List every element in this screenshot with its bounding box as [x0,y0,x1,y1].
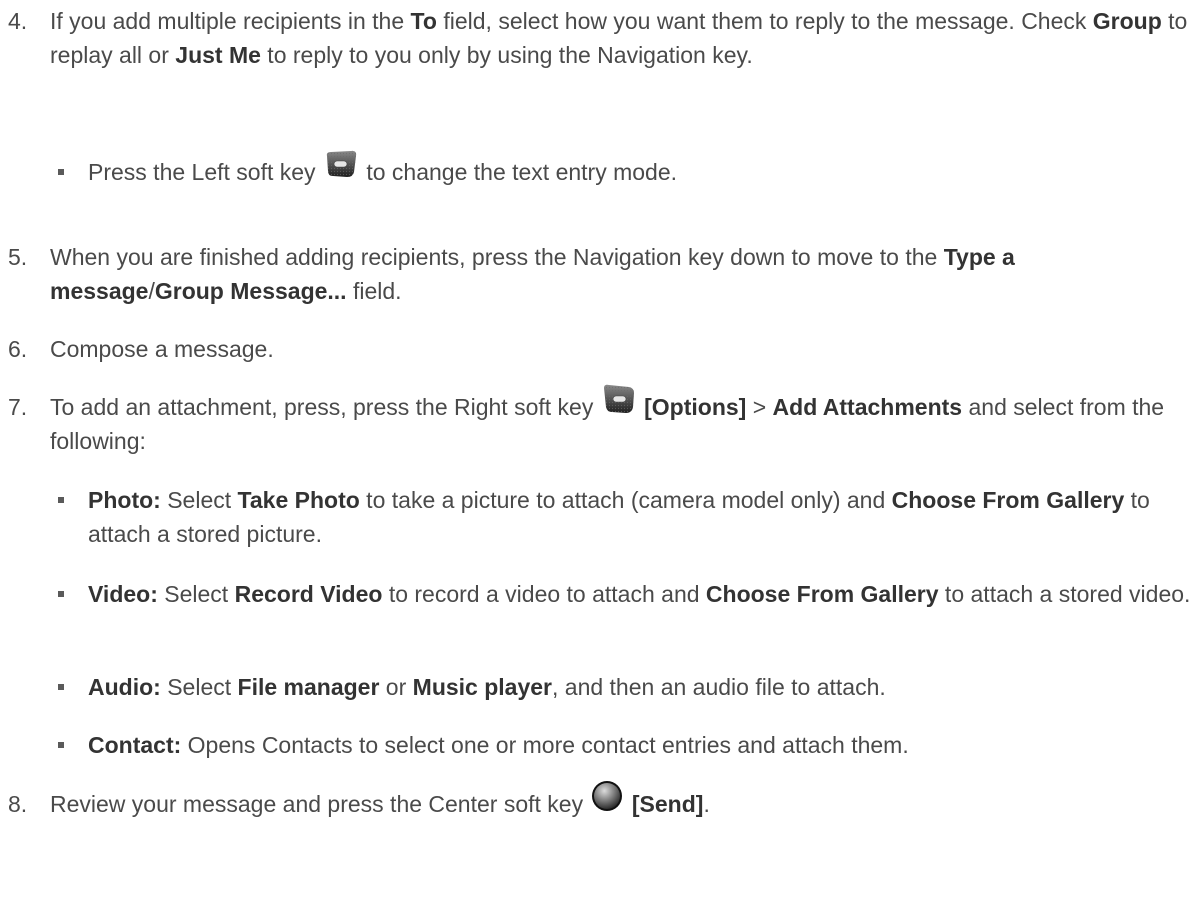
bullet-marker [58,169,64,175]
bold-term: Add Attachments [772,394,963,420]
bold-term: Music player [412,674,552,700]
bullet-text: Audio: Select File manager or Music play… [88,674,886,700]
bullet-text: Photo: Select Take Photo to take a pictu… [88,487,1150,547]
step-text: To add an attachment, press, press the R… [50,385,1188,458]
bullet-item: Video: Select Record Video to record a v… [58,577,1193,611]
bullet-item: Audio: Select File manager or Music play… [58,670,1193,704]
bold-term: Photo: [88,487,161,513]
step-number: 4. [8,8,28,34]
bold-term: Contact: [88,732,182,758]
step-number: 7. [8,394,28,420]
left-soft-key-icon [324,149,358,188]
bullet-marker [58,742,64,748]
bold-term: Choose From Gallery [705,581,939,607]
bold-term: Take Photo [237,487,360,513]
step-text: If you add multiple recipients in the To… [50,8,1188,68]
center-soft-key-icon [591,780,623,821]
bullet-marker [58,684,64,690]
bullet-marker [58,497,64,503]
bullet-item: Press the Left soft key to change the te… [58,151,1193,189]
step-number: 5. [8,244,28,270]
right-soft-key-icon [602,383,636,424]
bold-term: Group [1092,8,1162,34]
bullet-marker [58,591,64,597]
step-text: Review your message and press the Center… [50,781,1188,821]
bold-term: Just Me [175,42,261,68]
step-6: 6. Compose a message. [8,332,1188,366]
bold-term: Video: [88,581,158,607]
bullet-item: Photo: Select Take Photo to take a pictu… [58,483,1193,551]
step-number: 6. [8,336,28,362]
bold-term: File manager [237,674,380,700]
bold-term: Record Video [234,581,383,607]
bold-term: Choose From Gallery [891,487,1125,513]
step-text: When you are finished adding recipients,… [50,244,1015,304]
bold-term: [Options] [637,394,747,420]
bullet-text: Video: Select Record Video to record a v… [88,581,1191,607]
step-8: 8. Review your message and press the Cen… [8,781,1188,821]
bullet-text: Contact: Opens Contacts to select one or… [88,732,909,758]
bullet-text: Press the Left soft key to change the te… [88,151,1193,189]
bullet-item: Contact: Opens Contacts to select one or… [58,728,1193,762]
step-text: Compose a message. [50,336,274,362]
bold-term: Group Message... [154,278,347,304]
step-7: 7. To add an attachment, press, press th… [8,385,1188,458]
step-4: 4. If you add multiple recipients in the… [8,4,1188,72]
step-5: 5. When you are finished adding recipien… [8,240,1188,308]
bold-term: To [410,8,437,34]
step-number: 8. [8,791,28,817]
bold-term: Audio: [88,674,161,700]
bold-term: [Send] [625,791,704,817]
